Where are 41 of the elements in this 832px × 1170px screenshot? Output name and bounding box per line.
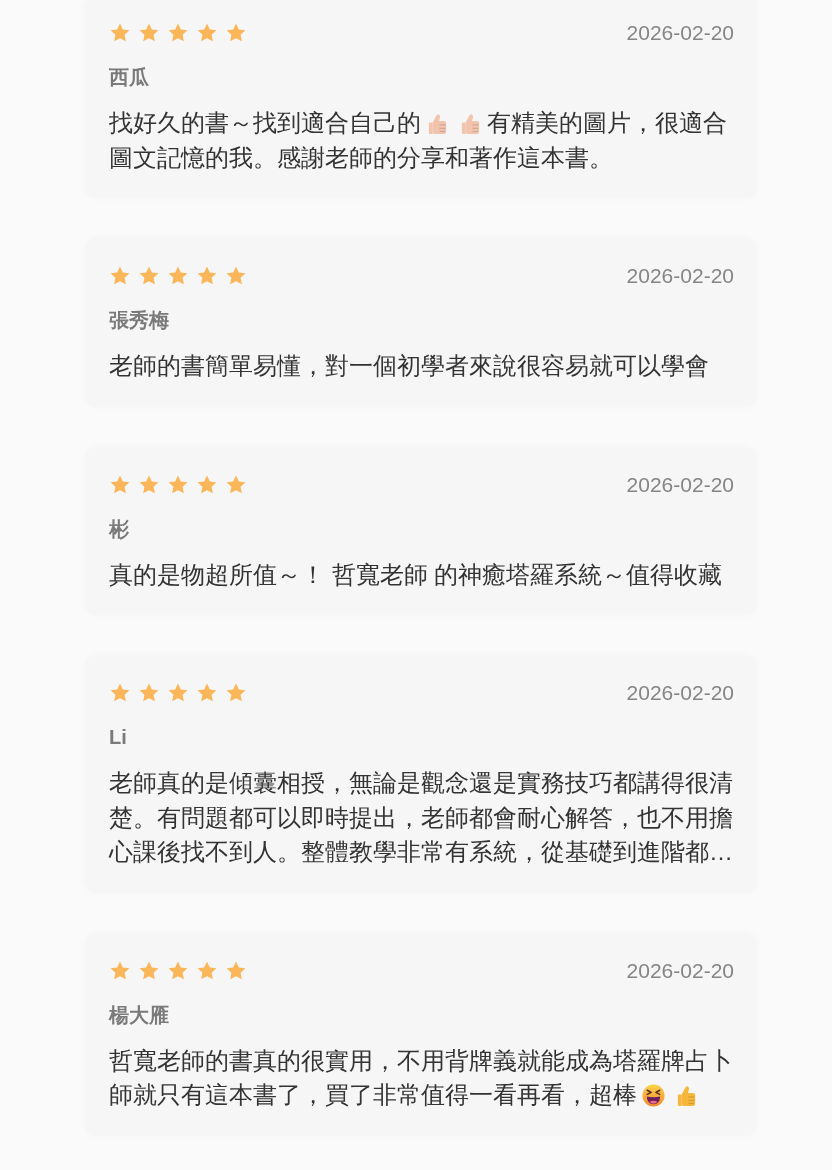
review-date: 2026-02-20 (626, 471, 734, 498)
review-text: 老師真的是傾囊相授，無論是觀念還是實務技巧都講得很清楚。有問題都可以即時提出，老師都會耐心解答，也不用擔心課後找不到人。整體教學非常有系統，從基礎到進階都… (109, 768, 734, 867)
review-date: 2026-02-20 (626, 680, 734, 706)
star-icon (138, 265, 160, 287)
star-icon (138, 682, 160, 704)
star-icon (225, 473, 247, 496)
star-icon (196, 22, 218, 44)
star-icon (167, 265, 189, 287)
reviewer-name: 張秀梅 (109, 308, 170, 333)
star-icon (225, 682, 247, 704)
star-icon (196, 265, 218, 287)
star-icon (138, 959, 160, 982)
star-icon (167, 22, 189, 44)
star-icon (196, 473, 218, 496)
reviewer-name: 彬 (109, 516, 130, 542)
star-icon (109, 959, 131, 982)
review-text: 老師的書簡單易懂，對一個初學者來說很容易就可以學會 (109, 351, 710, 381)
star-icon (196, 959, 218, 982)
star-icon (109, 22, 131, 44)
star-icon (196, 682, 218, 704)
review-text: 哲寬老師的書真的很實用，不用背牌義就能成為塔羅牌占卜師就只有這本書了，買了非常值得一看再看，超棒 (109, 1045, 734, 1110)
reviewer-name: Li (109, 725, 128, 750)
star-icon (138, 22, 160, 44)
star-icon (225, 22, 247, 44)
reviewer-name: 西瓜 (109, 65, 150, 90)
review-date: 2026-02-20 (626, 957, 734, 984)
star-icon (167, 682, 189, 704)
star-icon (225, 959, 247, 982)
star-icon (167, 473, 189, 496)
review-date: 2026-02-20 (626, 263, 734, 289)
star-icon (109, 682, 131, 704)
reviewer-name: 楊大雁 (109, 1002, 170, 1028)
star-icon (138, 473, 160, 496)
star-icon (109, 265, 131, 287)
star-icon (225, 265, 247, 287)
star-icon (167, 959, 189, 982)
star-icon (109, 473, 131, 496)
laughing-face-icon (642, 1084, 665, 1107)
review-text: 真的是物超所值～！ 哲寬老師 的神癒塔羅系統～值得收藏 (109, 559, 724, 590)
review-text: 找好久的書～找到適合自己的 有精美的圖片，很適合圖文記憶的我。感謝老師的分享和著作這本書。 (109, 108, 728, 173)
review-date: 2026-02-20 (626, 20, 734, 46)
